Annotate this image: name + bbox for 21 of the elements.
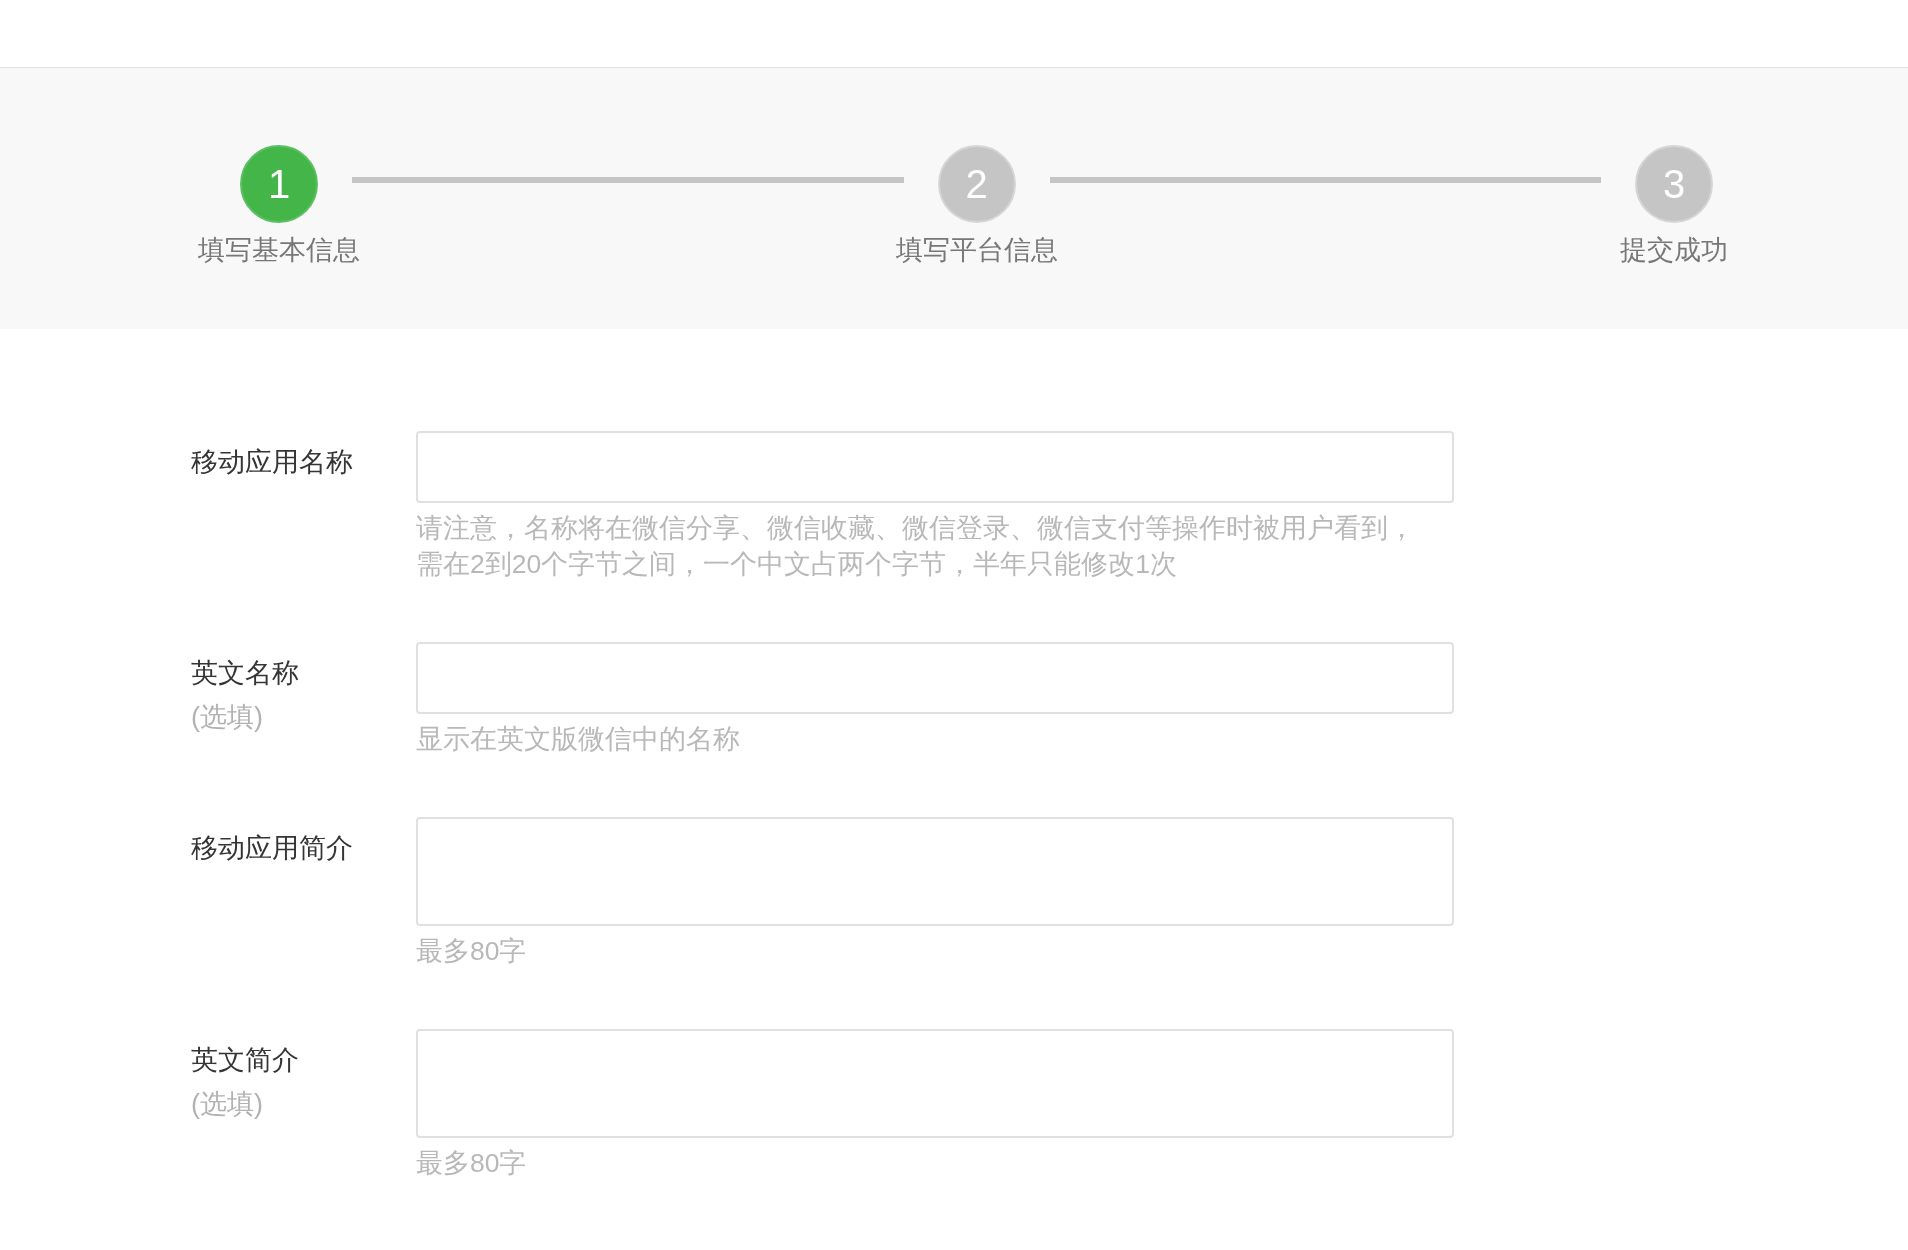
optional-note: (选填)	[191, 701, 264, 734]
step-label: 填写基本信息	[198, 234, 360, 267]
text-area[interactable]	[416, 817, 1454, 926]
hint-text: 最多80字	[416, 935, 528, 968]
field-label: 英文简介	[191, 1044, 300, 1077]
step-number: 2	[937, 145, 1016, 223]
hint-text: 显示在英文版微信中的名称	[416, 723, 741, 756]
input-field[interactable]	[416, 642, 1454, 714]
input-field[interactable]	[416, 431, 1454, 503]
field-label: 移动应用简介	[191, 832, 354, 865]
field-label: 移动应用名称	[191, 446, 354, 479]
hint-text: 最多80字	[416, 1147, 528, 1180]
step-number: 1	[240, 145, 318, 223]
hint-text: 请注意，名称将在微信分享、微信收藏、微信登录、微信支付等操作时被用户看到，	[416, 512, 1416, 545]
hint-text: 需在2到20个字节之间，一个中文占两个字节，半年只能修改1次	[416, 548, 1178, 581]
step-label: 提交成功	[1620, 234, 1728, 267]
field-label: 英文名称	[191, 657, 300, 690]
text-area[interactable]	[416, 1029, 1454, 1138]
optional-note: (选填)	[191, 1088, 264, 1121]
step-label: 填写平台信息	[895, 234, 1058, 267]
step-number: 3	[1635, 145, 1713, 223]
